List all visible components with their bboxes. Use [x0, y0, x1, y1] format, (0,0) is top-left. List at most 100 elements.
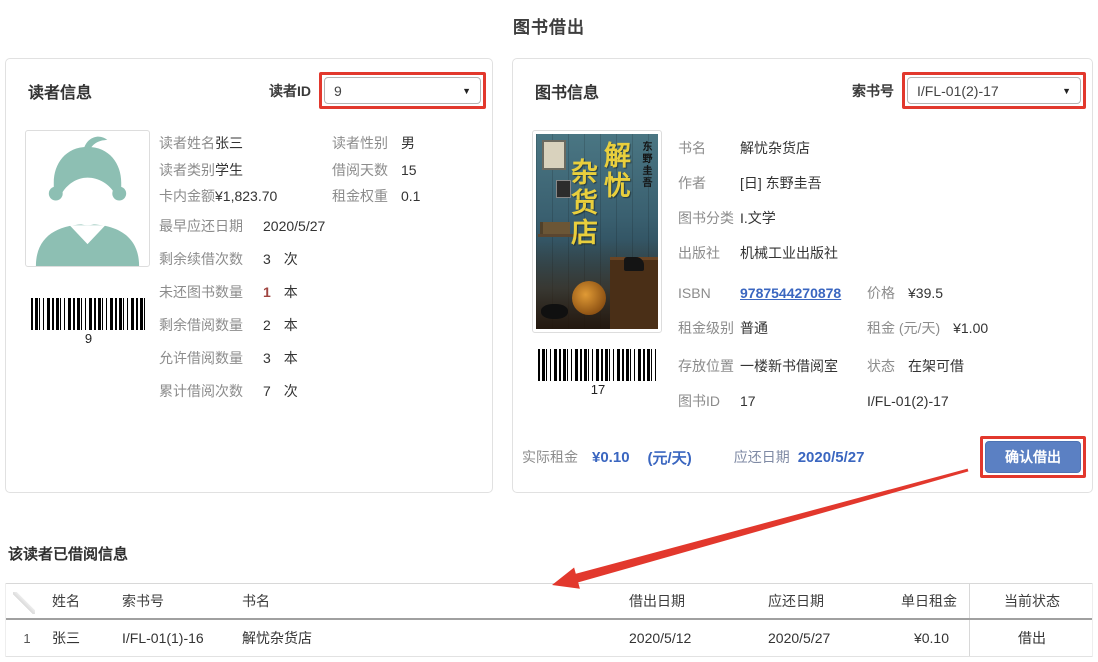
field-row: 剩余借阅数量 2本: [159, 309, 478, 342]
unreturned-count-value: 1: [263, 284, 271, 300]
field-label: 图书分类: [678, 208, 740, 228]
book-info-panel: 图书信息 索书号 I/FL-01(2)-17 ▼: [512, 58, 1093, 493]
field-value: 2020/5/27: [263, 218, 478, 234]
borrowed-table: 姓名 索书号 书名 借出日期 应还日期 单日租金 当前状态 1 张三 I/FL-…: [5, 583, 1093, 657]
price-value: ¥39.5: [908, 285, 943, 301]
field-row: 读者姓名 张三 读者性别男: [159, 130, 478, 157]
cover-sewing-machine: [624, 257, 644, 271]
field-row: 图书ID 17 I/FL-01(2)-17: [678, 383, 1078, 418]
field-row: 允许借阅数量 3本: [159, 342, 478, 375]
row-daily-rent: ¥0.10: [901, 630, 969, 646]
book-panel-header: 图书信息 索书号 I/FL-01(2)-17 ▼: [513, 59, 1092, 109]
field-label: 借阅天数: [332, 160, 388, 180]
actual-rent-label: 实际租金: [522, 447, 578, 467]
field-label: 状态: [867, 356, 895, 376]
book-panel-title: 图书信息: [535, 79, 599, 103]
field-label: 卡内金额: [159, 186, 215, 206]
row-lend-date: 2020/5/12: [621, 630, 763, 646]
table-header-row: 姓名 索书号 书名 借出日期 应还日期 单日租金 当前状态: [6, 583, 1092, 620]
field-label: 出版社: [678, 243, 740, 263]
cover-gramophone: [572, 281, 606, 315]
reader-info-panel: 读者信息 读者ID 9 ▼: [5, 58, 493, 493]
rent-value: ¥1.00: [953, 320, 988, 336]
reader-barcode: [31, 298, 146, 330]
column-header-lend-date[interactable]: 借出日期: [621, 591, 763, 611]
field-row: 租金级别 普通 租金 (元/天) ¥1.00: [678, 310, 1078, 345]
field-value: 2: [263, 317, 271, 333]
rent-level-value: 普通: [740, 318, 867, 338]
call-number-selected-value: I/FL-01(2)-17: [917, 83, 999, 99]
cover-title-part2: 杂货店: [563, 158, 602, 248]
reader-barcode-number: 9: [25, 331, 152, 346]
book-title-value: 解忧杂货店: [740, 138, 867, 158]
field-label: 图书ID: [678, 391, 740, 411]
field-label: 累计借阅次数: [159, 381, 263, 401]
field-value: 3: [263, 350, 271, 366]
call-number-select[interactable]: I/FL-01(2)-17 ▼: [907, 77, 1081, 104]
field-label: 租金权重: [332, 186, 388, 206]
caret-down-icon: ▼: [1062, 86, 1071, 96]
column-header-due-date[interactable]: 应还日期: [763, 591, 901, 611]
book-barcode: [538, 349, 658, 381]
reader-avatar: [25, 130, 150, 267]
field-unit: 本: [284, 282, 298, 302]
reader-fields: 读者姓名 张三 读者性别男 读者类别 学生 借阅天数15 卡内金额 ¥1,823…: [159, 130, 478, 408]
field-value: 张三: [215, 133, 332, 153]
person-icon: [26, 131, 149, 266]
column-header-status[interactable]: 当前状态: [969, 584, 1094, 618]
row-name: 张三: [48, 628, 118, 648]
column-header-name[interactable]: 姓名: [48, 591, 118, 611]
column-header-call-number[interactable]: 索书号: [118, 591, 238, 611]
reader-panel-title: 读者信息: [28, 79, 92, 103]
column-header-book-title[interactable]: 书名: [238, 591, 621, 611]
field-value: 0.1: [401, 188, 420, 204]
isbn-link[interactable]: 9787544270878: [740, 285, 867, 301]
field-label: 租金级别: [678, 318, 740, 338]
status-value: 在架可借: [908, 356, 964, 376]
book-panel-body: 解忧 杂货店 东野圭吾 17 书名 解忧杂货店 作者 [日] 东野圭吾: [513, 130, 1092, 418]
confirm-lend-button[interactable]: 确认借出: [985, 441, 1081, 473]
field-row: 最早应还日期 2020/5/27: [159, 210, 478, 243]
field-label: 允许借阅数量: [159, 348, 263, 368]
field-row: 剩余续借次数 3次: [159, 243, 478, 276]
field-row: 未还图书数量 1本: [159, 276, 478, 309]
field-row: ISBN 9787544270878 价格¥39.5: [678, 275, 1078, 310]
book-cover: 解忧 杂货店 东野圭吾: [532, 130, 662, 333]
category-value: I.文学: [740, 208, 867, 228]
reader-id-selected-value: 9: [334, 83, 342, 99]
call-number-label: 索书号: [852, 81, 894, 101]
field-value: 15: [401, 162, 417, 178]
field-label: 书名: [678, 138, 740, 158]
field-row: 书名 解忧杂货店: [678, 130, 1078, 165]
reader-panel-header: 读者信息 读者ID 9 ▼: [6, 59, 492, 109]
field-label: 租金 (元/天): [867, 318, 940, 338]
field-unit: 本: [284, 315, 298, 335]
reader-panel-body: 9 读者姓名 张三 读者性别男 读者类别 学生 借阅天数15 卡内金额 ¥1,8…: [6, 130, 492, 408]
field-row: 作者 [日] 东野圭吾: [678, 165, 1078, 200]
due-date-value: 2020/5/27: [798, 449, 865, 466]
field-row: 累计借阅次数 7次: [159, 375, 478, 408]
field-label: 价格: [867, 283, 895, 303]
reader-identity-column: 9: [25, 130, 152, 408]
field-row: 出版社 机械工业出版社: [678, 235, 1078, 270]
field-label: 读者性别: [332, 133, 388, 153]
table-corner-cell[interactable]: [6, 584, 48, 618]
caret-down-icon: ▼: [462, 86, 471, 96]
field-label: 读者姓名: [159, 133, 215, 153]
table-row[interactable]: 1 张三 I/FL-01(1)-16 解忧杂货店 2020/5/12 2020/…: [6, 620, 1092, 657]
field-value: ¥1,823.70: [215, 188, 332, 204]
book-footer: 实际租金 ¥0.10 (元/天) 应还日期 2020/5/27 确认借出: [522, 436, 1086, 478]
reader-id-select[interactable]: 9 ▼: [324, 77, 481, 104]
annotation-box-reader-id: 9 ▼: [319, 72, 486, 109]
annotation-box-call-number: I/FL-01(2)-17 ▼: [902, 72, 1086, 109]
field-value: 男: [401, 133, 415, 153]
field-label: 未还图书数量: [159, 282, 263, 302]
book-barcode-number: 17: [532, 382, 664, 397]
reader-id-label: 读者ID: [269, 81, 311, 101]
location-value: 一楼新书借阅室: [740, 356, 867, 376]
field-unit: 次: [284, 381, 298, 401]
field-row: 存放位置 一楼新书借阅室 状态在架可借: [678, 348, 1078, 383]
column-header-daily-rent[interactable]: 单日租金: [901, 591, 969, 611]
field-unit: 次: [284, 249, 298, 269]
field-label: 剩余续借次数: [159, 249, 263, 269]
